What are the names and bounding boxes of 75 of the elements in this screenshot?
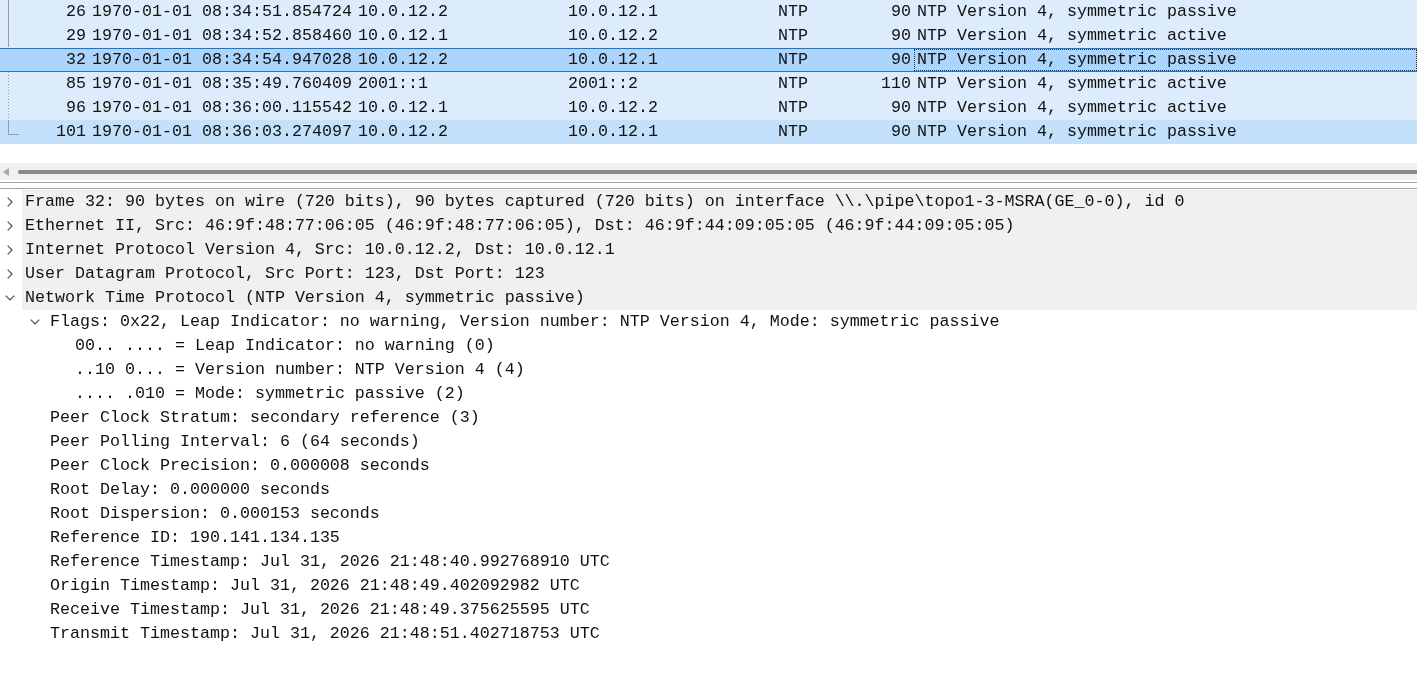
info-text: NTP Version 4, symmetric passive (916, 121, 1238, 143)
packet-number: 29 (65, 25, 87, 47)
tree-item[interactable]: ..10 0... = Version number: NTP Version 4 (4) (72, 358, 1417, 382)
protocol-name: NTP (777, 121, 809, 143)
timestamp: 1970-01-01 08:34:52.858460 (91, 25, 353, 47)
scrollbar-thumb[interactable] (18, 169, 1417, 174)
protocol-name: NTP (777, 1, 809, 23)
horizontal-scrollbar[interactable] (0, 163, 1417, 180)
packet-row[interactable]: 29 1970-01-01 08:34:52.858460 10.0.12.1 10.0.12.2 NTP 90 NTP Version 4, symmetric active (0, 24, 1417, 48)
tree-item[interactable]: Reference ID: 190.141.134.135 (47, 526, 1417, 550)
tree-item[interactable]: Reference Timestamp: Jul 31, 2026 21:48:40.992768910 UTC (47, 550, 1417, 574)
tree-item[interactable]: Transmit Timestamp: Jul 31, 2026 21:48:51.402718753 UTC (47, 622, 1417, 646)
packet-number: 85 (65, 73, 87, 95)
chevron-right-icon[interactable] (7, 221, 13, 231)
packet-number: 96 (65, 97, 87, 119)
packet-row[interactable]: 96 1970-01-01 08:36:00.115542 10.0.12.1 10.0.12.2 NTP 90 NTP Version 4, symmetric active (0, 96, 1417, 120)
tree-item[interactable]: Receive Timestamp: Jul 31, 2026 21:48:49.375625595 UTC (47, 598, 1417, 622)
info-text: NTP Version 4, symmetric passive (914, 49, 1417, 71)
info-text: NTP Version 4, symmetric active (916, 25, 1228, 47)
source-address: 10.0.12.1 (357, 25, 449, 47)
tree-item[interactable]: 00.. .... = Leap Indicator: no warning (0) (72, 334, 1417, 358)
packet-length: 110 (880, 73, 912, 95)
timestamp: 1970-01-01 08:34:54.947028 (91, 49, 353, 71)
source-address: 2001::1 (357, 73, 429, 95)
source-address: 10.0.12.1 (357, 97, 449, 119)
chevron-right-icon[interactable] (7, 245, 13, 255)
tree-item[interactable]: Frame 32: 90 bytes on wire (720 bits), 90 bytes captured (720 bits) on interface \\.\pipe\topo1-3-MSRA(GE_0-0), id 0 (22, 190, 1417, 214)
destination-address: 10.0.12.2 (567, 25, 659, 47)
tree-item[interactable]: Origin Timestamp: Jul 31, 2026 21:48:49.402092982 UTC (47, 574, 1417, 598)
destination-address: 10.0.12.1 (567, 121, 659, 143)
protocol-name: NTP (777, 25, 809, 47)
tree-item[interactable]: User Datagram Protocol, Src Port: 123, Dst Port: 123 (22, 262, 1417, 286)
tree-item[interactable]: Root Dispersion: 0.000153 seconds (47, 502, 1417, 526)
protocol-name: NTP (777, 73, 809, 95)
timestamp: 1970-01-01 08:36:00.115542 (91, 97, 353, 119)
info-text: NTP Version 4, symmetric active (916, 97, 1228, 119)
source-address: 10.0.12.2 (357, 121, 449, 143)
info-text: NTP Version 4, symmetric passive (916, 1, 1238, 23)
tree-item[interactable]: Peer Polling Interval: 6 (64 seconds) (47, 430, 1417, 454)
destination-address: 10.0.12.1 (567, 1, 659, 23)
tree-item[interactable]: .... .010 = Mode: symmetric passive (2) (72, 382, 1417, 406)
packet-row[interactable]: 85 1970-01-01 08:35:49.760409 2001::1 2001::2 NTP 110 NTP Version 4, symmetric active (0, 72, 1417, 96)
timestamp: 1970-01-01 08:35:49.760409 (91, 73, 353, 95)
tree-item[interactable]: Internet Protocol Version 4, Src: 10.0.12.2, Dst: 10.0.12.1 (22, 238, 1417, 262)
source-address: 10.0.12.2 (357, 49, 449, 71)
packet-length: 90 (890, 121, 912, 143)
chevron-down-icon[interactable] (5, 295, 15, 301)
tree-item[interactable]: Peer Clock Precision: 0.000008 seconds (47, 454, 1417, 478)
tree-item[interactable]: Ethernet II, Src: 46:9f:48:77:06:05 (46:9f:48:77:06:05), Dst: 46:9f:44:09:05:05 (46:9f:44:09:05:05) (22, 214, 1417, 238)
destination-address: 10.0.12.1 (567, 49, 659, 71)
timestamp: 1970-01-01 08:34:51.854724 (91, 1, 353, 23)
packet-length: 90 (890, 97, 912, 119)
packet-row[interactable]: 32 1970-01-01 08:34:54.947028 10.0.12.2 10.0.12.1 NTP 90 NTP Version 4, symmetric passive (0, 48, 1417, 72)
tree-item[interactable]: Network Time Protocol (NTP Version 4, symmetric passive) (22, 286, 1417, 310)
chevron-down-icon[interactable] (30, 319, 40, 325)
packet-length: 90 (890, 1, 912, 23)
protocol-name: NTP (777, 97, 809, 119)
packet-number: 26 (65, 1, 87, 23)
tree-item[interactable]: Peer Clock Stratum: secondary reference (3) (47, 406, 1417, 430)
timestamp: 1970-01-01 08:36:03.274097 (91, 121, 353, 143)
packet-number: 101 (55, 121, 87, 143)
info-text: NTP Version 4, symmetric active (916, 73, 1228, 95)
destination-address: 10.0.12.2 (567, 97, 659, 119)
chevron-right-icon[interactable] (7, 269, 13, 279)
packet-row[interactable]: 101 1970-01-01 08:36:03.274097 10.0.12.2 10.0.12.1 NTP 90 NTP Version 4, symmetric passive (0, 120, 1417, 144)
source-address: 10.0.12.2 (357, 1, 449, 23)
tree-item[interactable]: Flags: 0x22, Leap Indicator: no warning, Version number: NTP Version 4, Mode: symmetric passive (47, 310, 1417, 334)
chevron-right-icon[interactable] (7, 197, 13, 207)
destination-address: 2001::2 (567, 73, 639, 95)
packet-row[interactable]: 26 1970-01-01 08:34:51.854724 10.0.12.2 10.0.12.1 NTP 90 NTP Version 4, symmetric passive (0, 0, 1417, 24)
packet-number: 32 (65, 49, 87, 71)
packet-length: 90 (890, 25, 912, 47)
tree-item[interactable]: Root Delay: 0.000000 seconds (47, 478, 1417, 502)
protocol-name: NTP (777, 49, 809, 71)
packet-length: 90 (890, 49, 912, 71)
